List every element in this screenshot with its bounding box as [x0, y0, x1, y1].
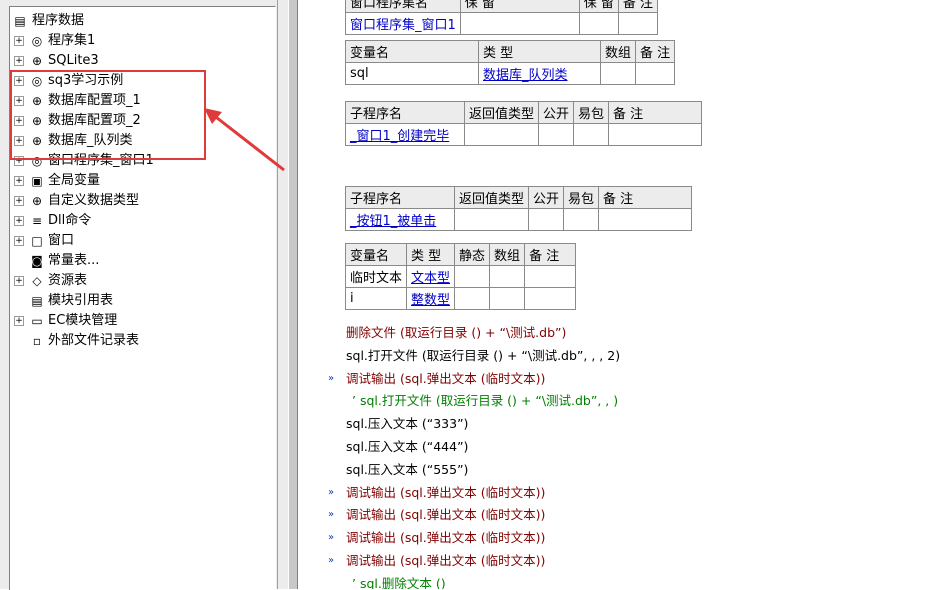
window-icon: □ — [31, 234, 43, 248]
code-text: 调试输出 (sql.弹出文本 (临时文本)) — [346, 484, 546, 500]
tree-item-label: 自定义数据类型 — [48, 193, 140, 208]
code-line[interactable]: sql.打开文件 (取运行目录 () + “\测试.db”, , , 2) — [346, 345, 620, 367]
panel-splitter[interactable] — [288, 0, 298, 589]
subroutine-name-2[interactable]: _按钮1_被单击 — [345, 208, 455, 231]
dll-icon: ≡ — [31, 214, 43, 228]
tree-item-label: 资源表 — [48, 273, 88, 288]
folder-icon: ▭ — [31, 314, 43, 328]
assembly-name-cell[interactable]: 窗口程序集_窗口1 — [345, 12, 461, 35]
assembly-table: 窗口程序集名保 留保 留备 注 窗口程序集_窗口1 — [345, 0, 659, 35]
code-line[interactable]: ’ sql.打开文件 (取运行目录 () + “\测试.db”, , ) — [352, 390, 618, 412]
code-text: sql.压入文本 (“333”) — [346, 416, 469, 432]
variable-table: 变量名类 型数组备 注 sql 数据库_队列类 — [345, 40, 676, 85]
type-link[interactable]: 整数型 — [406, 287, 456, 310]
tree-item-label: EC模块管理 — [48, 313, 118, 328]
program-data-icon: ▤ — [14, 14, 26, 28]
expand-icon[interactable]: + — [14, 176, 24, 186]
tree-item-label: SQLite3 — [48, 53, 99, 68]
expand-icon[interactable]: + — [14, 56, 24, 66]
tree-item-label: 常量表... — [48, 253, 100, 268]
code-text: 删除文件 (取运行目录 () + “\测试.db”) — [346, 325, 567, 340]
code-editor[interactable]: 窗口程序集名保 留保 留备 注 窗口程序集_窗口1 变量名类 型数组备 注 sq… — [298, 0, 950, 589]
code-text: 调试输出 (sql.弹出文本 (临时文本)) — [346, 530, 546, 546]
code-line[interactable]: sql.压入文本 (“333”) — [346, 413, 468, 435]
module-ref-icon: ▤ — [31, 294, 43, 308]
tree-item-label: 模块引用表 — [48, 293, 114, 308]
expand-icon[interactable]: + — [14, 316, 24, 326]
breakpoint-marker-icon: » — [328, 372, 335, 384]
breakpoint-marker-icon: » — [328, 555, 335, 566]
breakpoint-marker-icon: » — [328, 532, 335, 544]
code-text: sql.压入文本 (“444”) — [346, 439, 469, 454]
code-text: 调试输出 (sql.弹出文本 (临时文本)) — [346, 507, 546, 523]
code-line[interactable]: sql.压入文本 (“444”) — [346, 436, 468, 458]
tree-item-label: 外部文件记录表 — [48, 333, 140, 348]
breakpoint-marker-icon: » — [328, 509, 335, 521]
code-text: ’ sql.删除文本 () — [352, 575, 446, 589]
code-line[interactable]: sql.压入文本 (“555”) — [346, 459, 468, 481]
code-text: sql.打开文件 (取运行目录 () + “\测试.db”, , , 2) — [346, 347, 621, 363]
code-line[interactable]: 删除文件 (取运行目录 () + “\测试.db”) — [346, 322, 566, 344]
code-text: 调试输出 (sql.弹出文本 (临时文本)) — [346, 370, 546, 386]
code-line[interactable]: » 调试输出 (sql.弹出文本 (临时文本)) — [328, 550, 546, 572]
type-link[interactable]: 文本型 — [406, 265, 456, 288]
code-text: 调试输出 (sql.弹出文本 (临时文本)) — [346, 553, 546, 568]
resource-icon: ◇ — [32, 274, 42, 288]
expand-icon[interactable]: + — [14, 196, 24, 206]
expand-icon[interactable]: + — [14, 216, 24, 226]
file-icon: ▫ — [32, 334, 42, 348]
code-text: sql.压入文本 (“555”) — [346, 461, 469, 477]
code-line[interactable]: ’ sql.删除文本 () — [352, 573, 446, 589]
subroutine-table-2: 子程序名 返回值类型 公开 易包备 注 _按钮1_被单击 — [345, 186, 693, 231]
subroutine-name-1[interactable]: _窗口1_创建完毕 — [345, 123, 465, 146]
local-variable-table: 变量名类 型静态 数组备 注 临时文本 文本型 i 整数型 — [344, 243, 577, 310]
constant-icon: ◙ — [31, 254, 43, 268]
type-link[interactable]: 数据库_队列类 — [478, 62, 601, 85]
annotation-arrow — [204, 108, 285, 172]
expand-icon[interactable]: + — [14, 276, 24, 286]
expand-icon[interactable]: + — [14, 236, 24, 246]
code-text: ’ sql.打开文件 (取运行目录 () + “\测试.db”, , ) — [352, 393, 619, 409]
assembly-icon: ◎ — [31, 34, 43, 48]
annotation-highlight-box — [10, 70, 206, 160]
tree-item-label: 全局变量 — [48, 173, 101, 188]
breakpoint-marker-icon: » — [328, 486, 335, 498]
module-icon: ⊕ — [31, 194, 43, 208]
database-icon: ▣ — [31, 174, 43, 188]
code-line[interactable]: » 调试输出 (sql.弹出文本 (临时文本)) — [328, 504, 546, 526]
module-icon: ⊕ — [31, 54, 43, 68]
subroutine-table-1: 子程序名 返回值类型 公开 易包备 注 _窗口1_创建完毕 — [345, 101, 703, 146]
tree-item-label: 程序集1 — [48, 33, 96, 48]
code-line[interactable]: » 调试输出 (sql.弹出文本 (临时文本)) — [328, 482, 546, 504]
code-line[interactable]: » 调试输出 (sql.弹出文本 (临时文本)) — [328, 527, 546, 549]
code-line[interactable]: » 调试输出 (sql.弹出文本 (临时文本)) — [328, 368, 546, 390]
tree-item-label: 窗口 — [48, 233, 75, 248]
expand-icon[interactable]: + — [14, 36, 24, 46]
tree-item-label: Dll命令 — [48, 213, 92, 228]
